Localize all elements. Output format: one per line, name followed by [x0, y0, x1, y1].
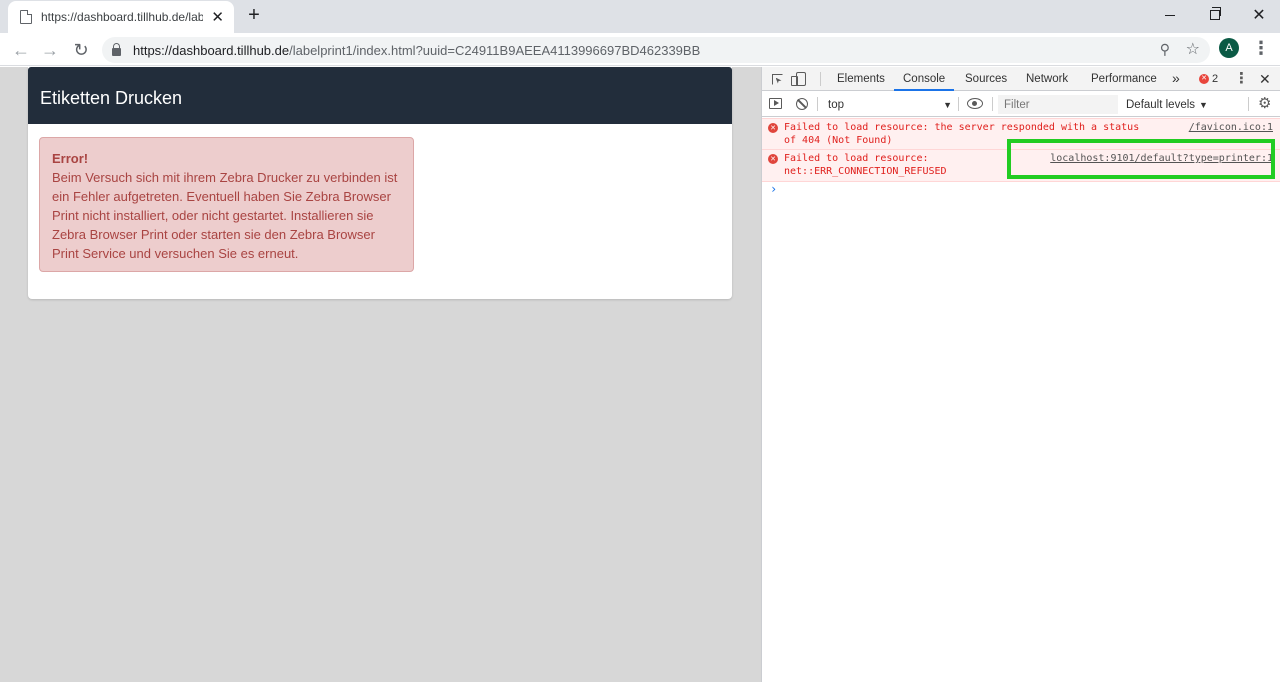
live-expression-eye-icon[interactable] [967, 98, 983, 109]
tab-sources[interactable]: Sources [956, 67, 1016, 91]
page-viewport: Etiketten Drucken Error! Beim Versuch si… [0, 67, 761, 682]
tab-strip: https://dashboard.tillhub.de/labe ✕ + ✕ [0, 0, 1280, 33]
divider [820, 72, 821, 86]
message-source-link[interactable]: /favicon.ico:1 [1189, 121, 1273, 134]
new-tab-button[interactable]: + [244, 5, 264, 25]
console-prompt[interactable]: › [762, 182, 1280, 198]
minimize-icon [1165, 14, 1175, 16]
panel-title: Etiketten Drucken [40, 88, 183, 108]
zoom-icon[interactable]: ⚲ [1160, 41, 1170, 58]
divider [958, 97, 959, 111]
minimize-button[interactable] [1148, 0, 1192, 30]
error-icon: ✕ [768, 123, 778, 133]
address-bar[interactable]: https://dashboard.tillhub.de/labelprint1… [102, 37, 1210, 63]
tab-title: https://dashboard.tillhub.de/labe [41, 10, 204, 24]
console-sidebar-icon[interactable] [769, 98, 782, 109]
divider [992, 97, 993, 111]
bookmark-star-icon[interactable]: ☆ [1186, 39, 1200, 59]
reload-button[interactable]: ↻ [68, 37, 94, 63]
tab-close-icon[interactable]: ✕ [211, 10, 224, 25]
error-count: 2 [1212, 73, 1219, 85]
window-close-button[interactable]: ✕ [1237, 0, 1280, 30]
tab-console[interactable]: Console [894, 67, 955, 91]
tab-performance[interactable]: Performance [1082, 67, 1166, 91]
context-value: top [828, 98, 844, 111]
tab-network[interactable]: Network [1017, 67, 1077, 91]
label-print-panel: Etiketten Drucken Error! Beim Versuch si… [28, 67, 732, 299]
clear-console-icon[interactable] [796, 98, 808, 110]
url-path: /labelprint1/index.html?uuid=C24911B9AEE… [289, 42, 701, 58]
alert-heading: Error! [52, 151, 89, 166]
panel-header: Etiketten Drucken [28, 67, 732, 124]
console-filter-input[interactable] [998, 95, 1118, 114]
lock-icon[interactable] [112, 43, 121, 56]
restore-icon [1210, 7, 1221, 20]
device-toolbar-icon[interactable] [791, 71, 809, 87]
browser-tab[interactable]: https://dashboard.tillhub.de/labe ✕ [8, 1, 234, 33]
url-text[interactable]: https://dashboard.tillhub.de/labelprint1… [133, 43, 700, 58]
devtools-panel: Elements Console Sources Network Perform… [761, 67, 1280, 682]
error-icon: ✕ [768, 154, 778, 164]
error-icon: ✕ [1199, 74, 1209, 84]
highlight-annotation-box [1007, 139, 1275, 179]
profile-avatar[interactable]: A [1219, 38, 1239, 58]
error-counter[interactable]: ✕ 2 [1199, 71, 1218, 87]
inspect-element-icon[interactable] [769, 71, 785, 87]
url-host: https://dashboard.tillhub.de [133, 42, 290, 58]
restore-button[interactable] [1193, 0, 1237, 30]
divider [1248, 97, 1249, 111]
divider [817, 97, 818, 111]
console-toolbar: top ▼ Default levels ▼ ⚙ [762, 92, 1280, 117]
caret-down-icon: ▼ [943, 99, 952, 110]
devtools-tab-bar: Elements Console Sources Network Perform… [762, 67, 1280, 91]
console-settings-gear-icon[interactable]: ⚙ [1258, 95, 1271, 113]
more-tabs-icon[interactable]: » [1172, 67, 1180, 91]
log-levels-value: Default levels [1126, 98, 1196, 111]
context-select[interactable]: top ▼ [822, 96, 952, 113]
devtools-close-icon[interactable]: ✕ [1259, 67, 1271, 91]
browser-toolbar: ← → ↻ https://dashboard.tillhub.de/label… [0, 33, 1280, 66]
alert-body: Beim Versuch sich mit ihrem Zebra Drucke… [52, 170, 398, 261]
back-button[interactable]: ← [8, 37, 34, 63]
tab-elements[interactable]: Elements [828, 67, 894, 91]
log-levels-select[interactable]: Default levels ▼ [1126, 96, 1208, 113]
devtools-menu-icon[interactable]: ⋮ [1234, 67, 1249, 91]
forward-button[interactable]: → [37, 37, 63, 63]
error-alert: Error! Beim Versuch sich mit ihrem Zebra… [39, 137, 414, 272]
browser-menu-icon[interactable]: ⋮ [1252, 37, 1270, 59]
page-icon [20, 10, 32, 24]
caret-down-icon: ▼ [1199, 99, 1208, 110]
console-output: ✕ Failed to load resource: the server re… [762, 118, 1280, 198]
